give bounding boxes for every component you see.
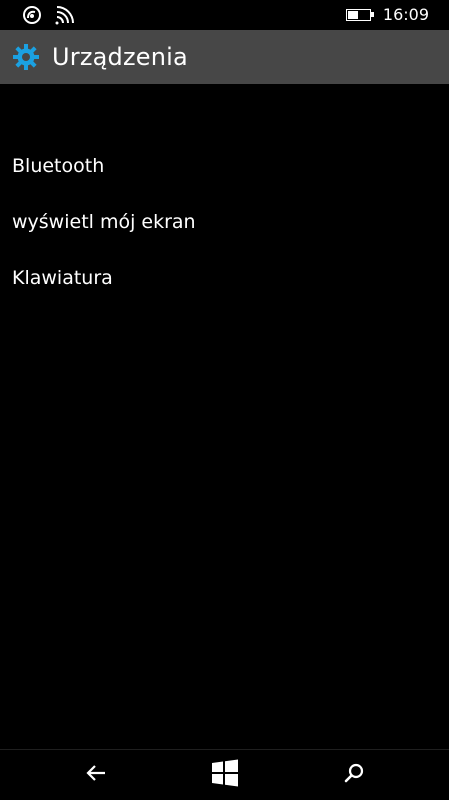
status-left-icons — [22, 5, 76, 29]
menu-item-project-my-screen[interactable]: wyświetl mój ekran — [0, 194, 449, 250]
windows-start-icon — [211, 759, 239, 791]
navigation-bar — [0, 749, 449, 800]
back-arrow-icon — [85, 764, 107, 786]
page-title: Urządzenia — [52, 43, 188, 71]
wifi-icon — [54, 5, 76, 29]
menu-item-bluetooth[interactable]: Bluetooth — [0, 138, 449, 194]
status-time: 16:09 — [382, 5, 429, 24]
nfc-icon — [22, 5, 42, 29]
gear-icon — [12, 43, 40, 71]
devices-menu-list: Bluetooth wyświetl mój ekran Klawiatura — [0, 138, 449, 306]
status-right: 16:09 — [345, 4, 429, 26]
battery-icon — [345, 9, 374, 21]
search-icon — [343, 762, 365, 788]
start-button[interactable] — [209, 759, 241, 791]
settings-devices-screen: 16:09 Urządzenia Bluetooth wyświetl mój … — [0, 0, 449, 800]
page-header: Urządzenia — [0, 30, 449, 84]
status-bar: 16:09 — [0, 0, 449, 30]
battery-level-fill — [347, 11, 359, 19]
search-button[interactable] — [338, 760, 370, 790]
back-button[interactable] — [80, 760, 112, 790]
menu-item-keyboard[interactable]: Klawiatura — [0, 250, 449, 306]
